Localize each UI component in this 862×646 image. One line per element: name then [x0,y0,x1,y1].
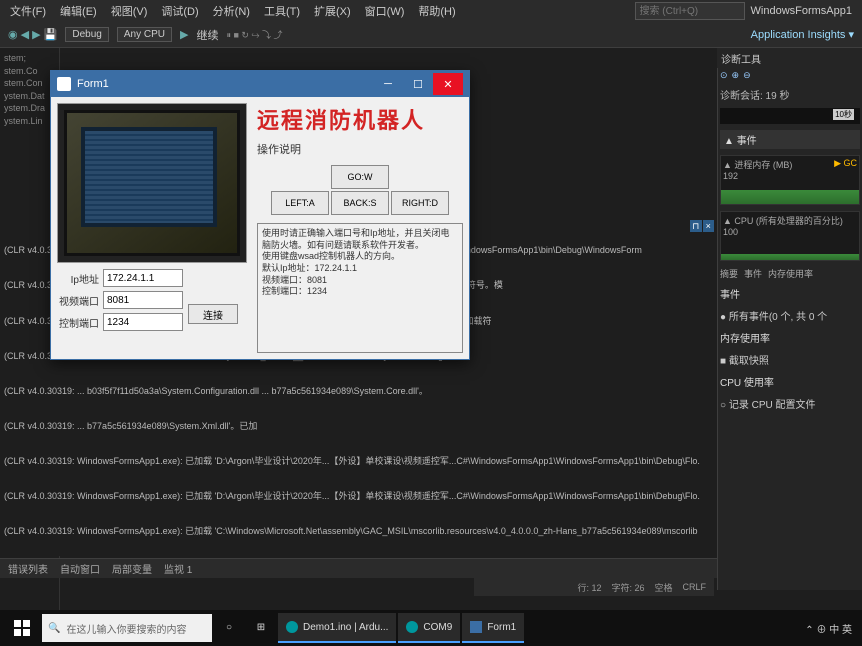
tab-watch1[interactable]: 监视 1 [164,561,192,576]
minimize-button[interactable]: ─ [373,73,403,95]
direction-pad: GO:W LEFT:A BACK:S RIGHT:D [271,165,449,215]
op-label: 操作说明 [257,141,463,157]
left-button[interactable]: LEFT:A [271,191,329,215]
menu-tools[interactable]: 工具(T) [264,3,300,19]
pin-icon[interactable]: ⊓ [690,220,702,232]
app-insights-button[interactable]: Application Insights ▾ [751,28,854,41]
menu-help[interactable]: 帮助(H) [418,3,455,19]
task-arduino[interactable]: Demo1.ino | Ardu... [278,613,396,643]
tab-locals[interactable]: 局部变量 [112,561,152,576]
editor-statusbar: 行: 12 字符: 26 空格 CRLF [474,578,714,596]
menu-edit[interactable]: 编辑(E) [60,3,97,19]
start-button[interactable] [4,613,40,643]
menu-ext[interactable]: 扩展(X) [314,3,351,19]
vs-toolbar: ◉ ◀ ▶ 💾 Debug Any CPU ▶ 继续 ⏸ ■ ↻ ↪ ⤵ ⤴ A… [0,22,862,48]
connect-button[interactable]: 连接 [188,304,238,324]
task-com9[interactable]: COM9 [398,613,460,643]
form1-window: Form1 ─ ☐ ✕ Ip地址 视频端口 控制端口 连接 远程消防机器人 [50,70,470,360]
go-button[interactable]: GO:W [331,165,389,189]
system-tray[interactable]: ⌃ ⊕ 中 英 [805,621,858,636]
app-title-label: 远程消防机器人 [257,103,463,135]
diag-mem-section: 内存使用率 [720,330,860,345]
diagnostics-panel: ⊙⊕⊖ 诊断会话: 19 秒 10秒 ▲ 事件 ▲ 进程内存 (MB) ▶ GC… [717,68,862,590]
cpu-record-button[interactable]: ○ 记录 CPU 配置文件 [720,395,860,412]
diag-session-label: 诊断会话: 19 秒 [720,87,860,102]
diag-tab-summary[interactable]: 摘要 [720,267,738,280]
close-button[interactable]: ✕ [433,73,463,95]
maximize-button[interactable]: ☐ [403,73,433,95]
events-title: ▲ 事件 [720,130,860,149]
videoport-input[interactable] [103,291,183,309]
menu-view[interactable]: 视图(V) [111,3,148,19]
taskbar-search[interactable]: 🔍 在这儿输入你要搜索的内容 [42,614,212,642]
back-button[interactable]: BACK:S [331,191,389,215]
form1-titlebar[interactable]: Form1 ─ ☐ ✕ [51,71,469,97]
info-textbox: 使用时请正确输入端口号和Ip地址，并且关闭电脑防火墙。如有问题请联系软件开发者。… [257,223,463,353]
tab-autos[interactable]: 自动窗口 [60,561,100,576]
menu-debug[interactable]: 调试(D) [161,3,198,19]
task-form1[interactable]: Form1 [462,613,524,643]
ip-input[interactable] [103,269,183,287]
diag-events-section: 事件 [720,286,860,301]
form1-app-icon [57,77,71,91]
vs-menubar: 文件(F) 编辑(E) 视图(V) 调试(D) 分析(N) 工具(T) 扩展(X… [0,0,862,22]
menu-analyze[interactable]: 分析(N) [213,3,250,19]
diag-tab-mem[interactable]: 内存使用率 [768,267,813,280]
ip-label: Ip地址 [57,271,99,286]
project-name-label: WindowsFormsApp1 [751,5,852,17]
diag-cpu-section: CPU 使用率 [720,374,860,389]
ctrlport-label: 控制端口 [57,315,99,330]
tool-close-icon[interactable]: × [703,220,715,232]
tab-error-list[interactable]: 错误列表 [8,561,48,576]
taskview-icon[interactable]: ⊞ [246,613,276,643]
right-button[interactable]: RIGHT:D [391,191,449,215]
search-icon: 🔍 [48,623,60,634]
ctrlport-input[interactable] [103,313,183,331]
cortana-icon[interactable]: ○ [214,613,244,643]
platform-dropdown[interactable]: Any CPU [117,27,172,42]
windows-taskbar: 🔍 在这儿输入你要搜索的内容 ○ ⊞ Demo1.ino | Ardu... C… [0,610,862,646]
menu-window[interactable]: 窗口(W) [365,3,405,19]
menu-file[interactable]: 文件(F) [10,3,46,19]
diag-toolwindow-title: 诊断工具 [717,48,862,68]
vs-search-input[interactable] [635,2,745,20]
diag-tab-events[interactable]: 事件 [744,267,762,280]
snapshot-button[interactable]: ■ 截取快照 [720,351,860,368]
output-tabstrip: 错误列表 自动窗口 局部变量 监视 1 [0,558,717,578]
video-feed [57,103,247,263]
config-dropdown[interactable]: Debug [65,27,108,42]
videoport-label: 视频端口 [57,293,99,308]
form1-title-label: Form1 [77,78,109,90]
